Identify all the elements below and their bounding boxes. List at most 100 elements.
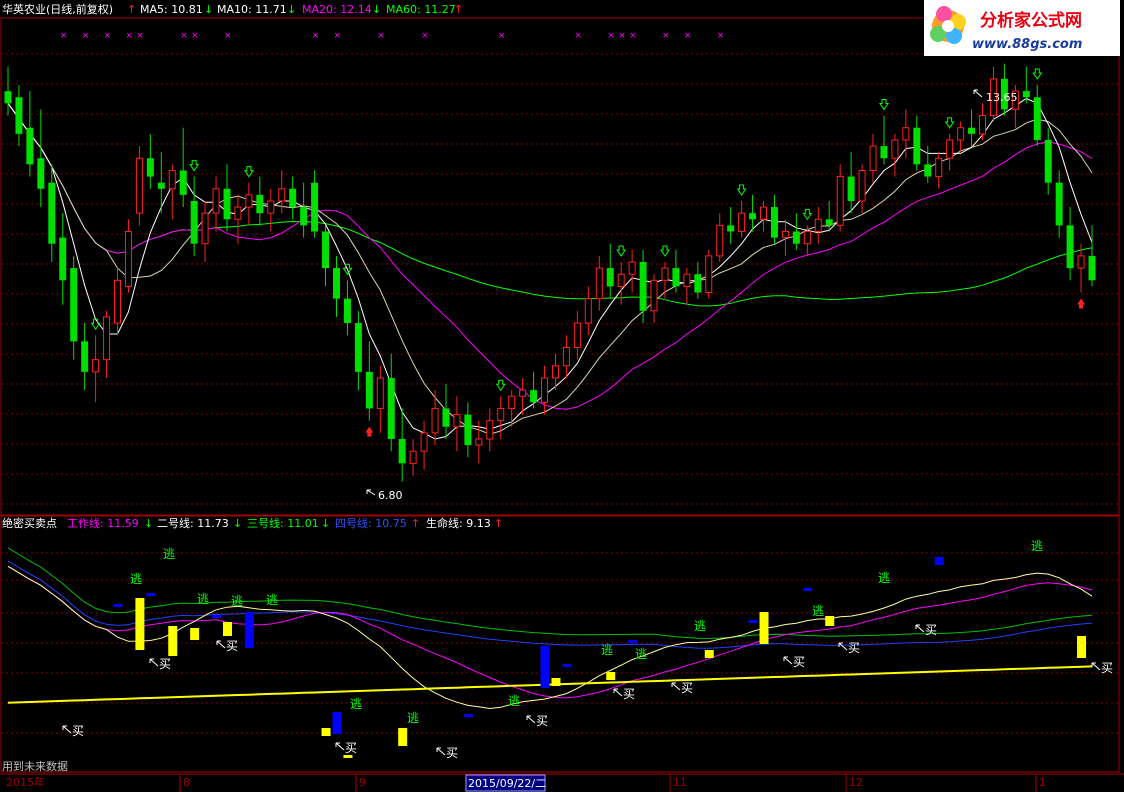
candle-body: [836, 176, 844, 226]
candle-body: [212, 188, 220, 214]
buy-label: 买: [623, 687, 635, 701]
work-line-label: 工作线: 11.59: [67, 516, 139, 530]
buy-pointer-icon: [613, 688, 623, 697]
candle-body: [924, 164, 932, 177]
candle-body: [814, 218, 822, 232]
candlesticks: [4, 63, 1096, 482]
buy-pointer-icon: [436, 747, 446, 756]
down-arrow-icon: ↓: [233, 517, 242, 530]
signal-dash: [113, 604, 123, 607]
time-axis-label: 9: [359, 776, 366, 789]
signal-bar: [244, 612, 254, 648]
signal-dash: [748, 620, 758, 623]
buy-label: 买: [345, 741, 357, 755]
escape-label: 逃: [163, 547, 175, 561]
candle-body: [245, 194, 253, 208]
stock-chart: × × × × × × × × × × × × × × × × × × × × 逃逃逃逃逃逃逃逃逃 逃逃逃逃逃买买买买买…: [0, 0, 1124, 792]
buy-label: 买: [446, 746, 458, 760]
signal-bar: [759, 612, 769, 644]
candle-body: [770, 207, 778, 238]
sell-arrow-icon: [944, 117, 955, 129]
candle-body: [946, 139, 954, 159]
buy-label: 买: [159, 657, 171, 671]
candle-body: [781, 230, 789, 239]
buy-pointer-icon: [216, 640, 226, 649]
sell-arrow-icon: [879, 99, 889, 111]
candle-body: [190, 200, 198, 244]
candle-body: [891, 139, 899, 159]
candle-body: [760, 206, 768, 220]
escape-label: 逃: [878, 571, 890, 585]
buy-pointer-icon: [335, 742, 345, 751]
buy-pointer-icon: [838, 642, 848, 651]
candle-body: [661, 267, 669, 281]
candle-body: [464, 414, 472, 446]
candle-body: [880, 146, 888, 159]
down-arrow-icon: ↓: [204, 3, 213, 16]
time-axis: 2015年 8 9 2015/09/22/二 11 12 1: [0, 773, 1124, 792]
candle-body: [825, 219, 833, 226]
escape-label: 逃: [231, 594, 243, 608]
signal-bar: [321, 728, 331, 736]
candle-body: [935, 157, 943, 178]
candle-body: [37, 158, 45, 189]
candle-body: [628, 261, 636, 275]
candle-body: [256, 194, 264, 214]
candle-body: [15, 97, 23, 134]
signal-bar: [606, 672, 616, 680]
candle-body: [146, 158, 154, 177]
escape-label: 逃: [1031, 539, 1043, 553]
signal-dash: [562, 664, 572, 667]
time-axis-label: 1: [1039, 776, 1046, 789]
candle-body: [234, 206, 242, 220]
candle-body: [650, 279, 658, 312]
candle-body: [727, 225, 735, 232]
time-axis-label: 2015年: [6, 775, 45, 789]
cross-marker: ×: [312, 31, 320, 41]
escape-label: 逃: [350, 697, 362, 711]
candle-body: [869, 145, 877, 171]
candle-body: [792, 231, 800, 244]
candle-body: [223, 188, 231, 220]
candle-body: [738, 212, 746, 232]
indicator-marks: 逃逃逃逃逃逃逃逃逃 逃逃逃逃逃买买买买 买买买 买买买买买: [62, 539, 1113, 760]
escape-label: 逃: [197, 592, 209, 606]
candle-body: [486, 420, 494, 440]
candle-body: [519, 389, 527, 397]
candle-body: [48, 182, 56, 244]
candle-body: [551, 365, 559, 379]
candle-body: [278, 188, 286, 202]
candle-body: [508, 395, 516, 409]
candle-body: [847, 176, 855, 201]
candle-body: [26, 127, 34, 165]
cross-marker: ×: [684, 31, 692, 41]
up-arrow-icon: ↑: [494, 517, 503, 530]
candle-body: [431, 407, 439, 434]
buy-label: 买: [1101, 661, 1113, 675]
time-axis-label: 12: [849, 776, 863, 789]
sell-arrow-icon: [1032, 68, 1043, 80]
escape-label: 逃: [130, 572, 142, 586]
candle-body: [584, 298, 592, 324]
watermark-title: 分析家公式网: [980, 10, 1082, 31]
buy-pointer-icon: [1091, 662, 1101, 671]
signal-dash: [212, 615, 222, 618]
cross-marker: ×: [498, 31, 506, 41]
buy-pointer-icon: [62, 725, 72, 734]
signal-bar: [551, 678, 561, 686]
signal-bar: [190, 628, 200, 640]
signal-bar: [934, 557, 944, 565]
candle-body: [300, 207, 308, 226]
watermark-url: www.88gs.com: [972, 37, 1082, 52]
signal-bar: [398, 728, 408, 746]
candle-body: [343, 298, 351, 324]
price-panel-frame: [0, 17, 1120, 516]
high-price-label: 13.65: [986, 91, 1018, 104]
line4-label: 四号线: 10.75: [335, 516, 407, 530]
candle-body: [573, 322, 581, 348]
candle-body: [92, 359, 100, 373]
candle-body: [103, 316, 111, 361]
escape-label: 逃: [407, 711, 419, 725]
candle-body: [562, 346, 570, 367]
buy-label: 买: [681, 681, 693, 695]
